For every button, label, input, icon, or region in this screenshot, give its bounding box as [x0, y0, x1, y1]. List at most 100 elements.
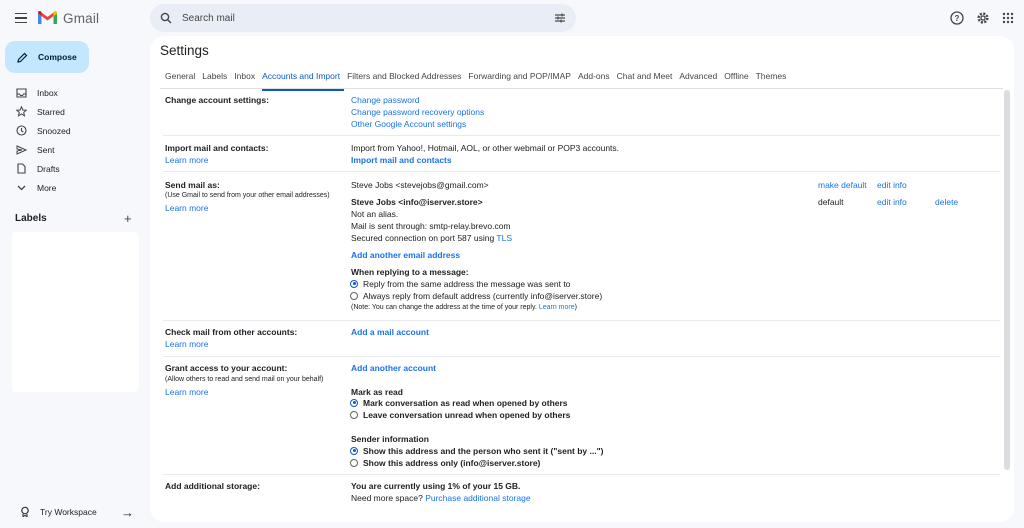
try-workspace-label: Try Workspace	[40, 507, 97, 517]
sidebar-item-inbox[interactable]: Inbox	[0, 83, 140, 102]
sidebar-item-label: Sent	[37, 144, 55, 155]
clock-icon	[15, 125, 27, 137]
change-password-link[interactable]: Change password	[351, 95, 420, 105]
send-as-account-2: Steve Jobs <info@iserver.store>	[351, 197, 483, 207]
settings-gear-icon[interactable]	[974, 9, 992, 27]
row-divider	[163, 356, 1000, 357]
search-options-icon[interactable]	[554, 12, 566, 24]
radio-selected[interactable]	[350, 446, 358, 455]
chevron-down-icon	[15, 182, 27, 194]
make-default-link[interactable]: make default	[818, 180, 867, 190]
try-workspace-button[interactable]: Try Workspace →	[0, 500, 145, 524]
option-label: Mark conversation as read when opened by…	[363, 398, 568, 408]
sidebar-item-more[interactable]: More	[0, 178, 140, 197]
edit-info-link-1[interactable]: edit info	[877, 180, 907, 190]
need-more-text: Need more space?	[351, 493, 426, 503]
edit-info-link-2[interactable]: edit info	[877, 197, 907, 207]
check-mail-label: Check mail from other accounts:	[165, 327, 298, 337]
sidebar-item-starred[interactable]: Starred	[0, 102, 140, 121]
mark-as-read-heading: Mark as read	[351, 387, 403, 397]
send-as-learn-more-link[interactable]: Learn more	[165, 203, 208, 213]
search-icon[interactable]	[160, 12, 172, 24]
row-divider	[163, 135, 1000, 136]
scrollbar-thumb[interactable]	[1004, 90, 1010, 470]
reply-heading: When replying to a message:	[351, 267, 469, 277]
storage-label: Add additional storage:	[165, 481, 260, 491]
import-mail-button[interactable]: Import mail and contacts	[351, 155, 452, 165]
mark-read-option[interactable]: Mark conversation as read when opened by…	[350, 398, 568, 408]
row-divider	[163, 171, 1000, 172]
search-bar[interactable]: Search mail	[150, 4, 576, 32]
radio-selected[interactable]	[350, 279, 358, 288]
delete-link[interactable]: delete	[935, 197, 958, 207]
change-account-label: Change account settings:	[165, 95, 269, 105]
note-end: )	[574, 304, 577, 311]
default-badge: default	[818, 197, 844, 207]
labels-list	[12, 232, 139, 392]
star-icon	[15, 106, 27, 118]
sender-info-heading: Sender information	[351, 434, 429, 444]
row-divider	[163, 320, 1000, 321]
settings-panel: Settings General Labels Inbox Accounts a…	[150, 36, 1014, 522]
sidebar-item-label: More	[37, 182, 57, 193]
radio-unselected[interactable]	[350, 458, 358, 467]
sidebar-item-label: Snoozed	[37, 125, 71, 136]
reply-default-address-option[interactable]: Always reply from default address (curre…	[350, 291, 602, 301]
secured-text: Secured connection on port 587 using	[351, 233, 497, 243]
purchase-storage-link[interactable]: Purchase additional storage	[425, 493, 530, 503]
radio-selected[interactable]	[350, 398, 358, 407]
option-label: Leave conversation unread when opened by…	[363, 410, 571, 420]
search-input[interactable]: Search mail	[182, 13, 554, 24]
other-google-settings-link[interactable]: Other Google Account settings	[351, 119, 466, 129]
option-label: Always reply from default address (curre…	[363, 291, 603, 301]
sidebar-item-snoozed[interactable]: Snoozed	[0, 121, 140, 140]
note-text: (Note: You can change the address at the…	[351, 304, 539, 311]
sidebar-item-drafts[interactable]: Drafts	[0, 159, 140, 178]
sidebar-item-label: Inbox	[37, 87, 58, 98]
pencil-icon	[17, 52, 28, 63]
help-icon[interactable]: ?	[948, 9, 966, 27]
option-label: Show this address only (info@iserver.sto…	[363, 458, 541, 468]
tls-link[interactable]: TLS	[496, 233, 512, 243]
add-mail-account-button[interactable]: Add a mail account	[351, 327, 429, 337]
need-more-space: Need more space? Purchase additional sto…	[351, 493, 531, 503]
main-menu-button[interactable]	[12, 9, 30, 27]
svg-text:?: ?	[955, 14, 960, 23]
add-label-icon[interactable]: +	[124, 211, 132, 226]
note-learn-more-link[interactable]: Learn more	[539, 304, 575, 311]
gmail-m-icon	[38, 11, 57, 24]
compose-button[interactable]: Compose	[5, 41, 89, 73]
page-title: Settings	[160, 43, 209, 58]
change-recovery-link[interactable]: Change password recovery options	[351, 107, 484, 117]
radio-unselected[interactable]	[350, 410, 358, 419]
storage-usage-text: You are currently using 1% of your 15 GB…	[351, 481, 521, 491]
import-label: Import mail and contacts:	[165, 143, 269, 153]
grant-learn-more-link[interactable]: Learn more	[165, 387, 208, 397]
sender-show-address-only-option[interactable]: Show this address only (info@iserver.sto…	[350, 458, 540, 468]
app-name: Gmail	[63, 10, 100, 26]
sidebar-item-sent[interactable]: Sent	[0, 140, 140, 159]
option-label: Show this address and the person who sen…	[363, 446, 604, 456]
grant-access-label: Grant access to your account:	[165, 363, 288, 373]
apps-grid-icon[interactable]	[999, 9, 1017, 27]
import-learn-more-link[interactable]: Learn more	[165, 155, 208, 165]
leave-unread-option[interactable]: Leave conversation unread when opened by…	[350, 410, 570, 420]
top-bar: Gmail Search mail ?	[0, 0, 1024, 36]
send-icon	[15, 144, 27, 156]
smtp-server-text: Mail is sent through: smtp-relay.brevo.c…	[351, 221, 511, 231]
sidebar-item-label: Starred	[37, 106, 65, 117]
check-mail-learn-more-link[interactable]: Learn more	[165, 339, 208, 349]
not-alias-text: Not an alias.	[351, 209, 399, 219]
gmail-logo[interactable]: Gmail	[38, 9, 99, 27]
reply-same-address-option[interactable]: Reply from the same address the message …	[350, 279, 570, 289]
send-as-sublabel: (Use Gmail to send from your other email…	[165, 192, 330, 199]
scrollbar[interactable]	[1004, 90, 1010, 522]
compose-label: Compose	[38, 52, 77, 62]
radio-unselected[interactable]	[350, 291, 358, 300]
add-another-account-button[interactable]: Add another account	[351, 363, 436, 373]
labels-heading: Labels	[15, 213, 47, 224]
send-as-label: Send mail as:	[165, 180, 220, 190]
reply-note: (Note: You can change the address at the…	[351, 304, 577, 311]
sender-show-both-option[interactable]: Show this address and the person who sen…	[350, 446, 603, 456]
add-email-address-button[interactable]: Add another email address	[351, 250, 460, 260]
